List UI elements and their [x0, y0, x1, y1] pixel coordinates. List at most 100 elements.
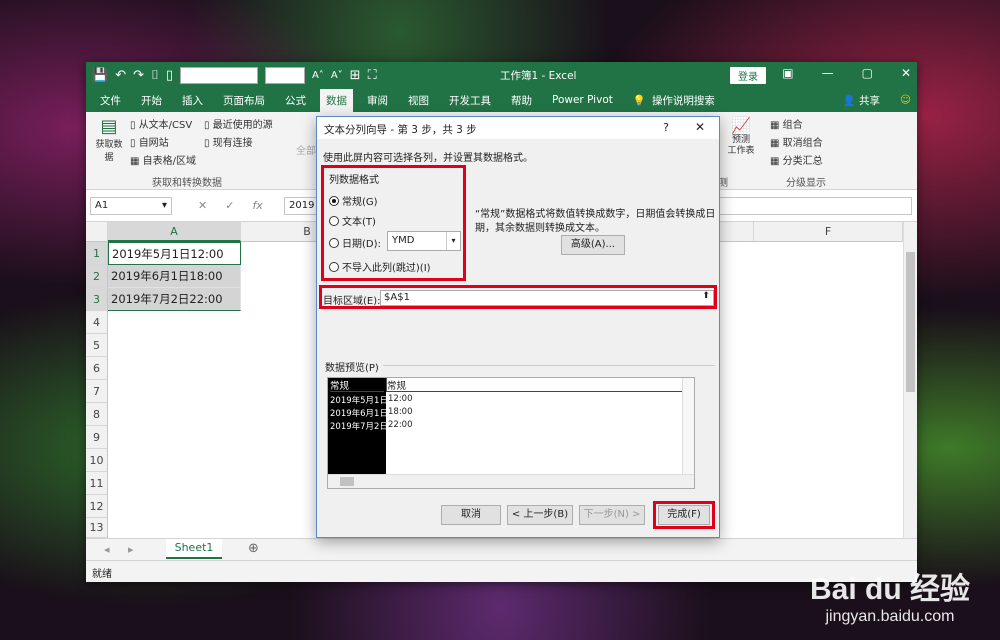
tab-page-layout[interactable]: 页面布局 [223, 93, 265, 108]
minimize-icon[interactable]: — [822, 66, 834, 80]
dialog-title-bar: 文本分列向导 - 第 3 步，共 3 步 ? ✕ [317, 117, 719, 139]
new-file-icon[interactable]: ▯ [166, 68, 173, 83]
check-icon[interactable]: ✓ [225, 199, 234, 212]
tab-data[interactable]: 数据 [320, 88, 353, 112]
cancel-icon[interactable]: ✕ [198, 199, 207, 212]
dialog-title: 文本分列向导 - 第 3 步，共 3 步 [324, 124, 477, 136]
group-label-get-data: 获取和转换数据 [152, 178, 222, 189]
existing-connections-button[interactable]: ▯ 现有连接 [204, 134, 253, 149]
tab-review[interactable]: 审阅 [367, 93, 388, 108]
recent-sources-button[interactable]: ▯ 最近使用的源 [204, 116, 273, 131]
preview-header[interactable]: 常规 [330, 378, 384, 392]
border-icon[interactable]: ⊞ [350, 68, 361, 83]
from-web-button[interactable]: ▯ 自网站 [130, 134, 169, 149]
tab-power-pivot[interactable]: Power Pivot [552, 94, 613, 106]
subtotal-button[interactable]: ▦ 分类汇总 [770, 152, 823, 167]
from-text-button[interactable]: ▯ 从文本/CSV [130, 116, 192, 131]
finish-button[interactable]: 完成(F) [658, 505, 710, 525]
column-header-f[interactable]: F [754, 222, 903, 242]
radio-general[interactable]: 常规(G) [329, 193, 378, 208]
tab-home[interactable]: 开始 [141, 93, 162, 108]
format-group-label: 列数据格式 [329, 175, 379, 186]
cell-a1[interactable]: 2019年5月1日12:00 [108, 242, 241, 265]
row-header[interactable]: 3 [86, 288, 108, 311]
cancel-button[interactable]: 取消 [441, 505, 501, 525]
font-grow-icon[interactable]: A˄ [312, 70, 324, 81]
ungroup-button[interactable]: ▦ 取消组合 [770, 134, 823, 149]
row-header[interactable]: 4 [86, 311, 108, 334]
data-preview: 常规 常规 2019年5月1日 12:00 2019年6月1日 18:00 20… [327, 377, 695, 489]
fx-icon[interactable]: fx [252, 199, 262, 212]
vertical-scrollbar[interactable] [903, 222, 917, 538]
close-icon[interactable]: ✕ [695, 120, 705, 134]
name-box[interactable]: A1 ▾ [90, 197, 172, 215]
row-header[interactable]: 13 [86, 518, 108, 538]
column-header-a[interactable]: A [108, 222, 241, 242]
dialog-intro: 使用此屏内容可选择各列，并设置其数据格式。 [323, 153, 533, 164]
row-header[interactable]: 11 [86, 472, 108, 495]
save-icon[interactable]: 💾 [92, 68, 108, 83]
row-header[interactable]: 12 [86, 495, 108, 518]
radio-date[interactable]: 日期(D): [329, 235, 381, 250]
cell-a3[interactable]: 2019年7月2日22:00 [108, 288, 241, 311]
group-button[interactable]: ▦ 组合 [770, 116, 803, 131]
fill-icon[interactable]: ⛶ [368, 68, 377, 83]
tab-formulas[interactable]: 公式 [285, 93, 306, 108]
next-button[interactable]: 下一步(N) > [579, 505, 645, 525]
row-header[interactable]: 6 [86, 357, 108, 380]
ribbon-display-icon[interactable]: ▣ [782, 66, 793, 80]
range-picker-icon[interactable]: ⬆ [699, 291, 713, 305]
tell-me-search[interactable]: 操作说明搜索 [652, 93, 715, 108]
font-select[interactable]: 等线 ⌄ [179, 66, 258, 84]
sheet-tab-bar: ◂ ▸ Sheet1 ⊕ [86, 538, 917, 560]
tab-help[interactable]: 帮助 [511, 93, 532, 108]
preview-horizontal-scrollbar[interactable] [328, 474, 694, 488]
cell-a2[interactable]: 2019年6月1日18:00 [108, 265, 241, 288]
row-header[interactable]: 8 [86, 403, 108, 426]
help-icon[interactable]: ? [663, 121, 669, 134]
from-table-button[interactable]: ▦ 自表格/区域 [130, 152, 196, 167]
row-header[interactable]: 9 [86, 426, 108, 449]
chevron-down-icon: ⌄ [245, 69, 254, 81]
get-data-button[interactable]: ▤ 获取数据 [92, 116, 126, 163]
chevron-down-icon: ⌄ [292, 69, 301, 81]
advanced-button[interactable]: 高级(A)... [561, 235, 625, 255]
select-all-corner[interactable] [86, 222, 108, 242]
scroll-left-icon[interactable]: ◂ [104, 543, 110, 556]
smiley-icon[interactable]: ☺ [900, 94, 911, 106]
tab-view[interactable]: 视图 [408, 93, 429, 108]
preview-header[interactable]: 常规 [386, 378, 682, 392]
radio-text[interactable]: 文本(T) [329, 213, 376, 228]
scroll-right-icon[interactable]: ▸ [128, 543, 134, 556]
sheet-tab-sheet1[interactable]: Sheet1 [166, 539, 222, 559]
watermark-url: jingyan.baidu.com [825, 608, 955, 625]
back-button[interactable]: < 上一步(B) [507, 505, 573, 525]
tab-insert[interactable]: 插入 [182, 93, 203, 108]
add-sheet-icon[interactable]: ⊕ [248, 541, 259, 556]
status-text: 就绪 [92, 569, 112, 580]
preview-vertical-scrollbar[interactable] [682, 378, 694, 474]
font-shrink-icon[interactable]: A˅ [331, 70, 343, 81]
row-header[interactable]: 10 [86, 449, 108, 472]
preview-cell: 18:00 [388, 407, 413, 417]
row-header[interactable]: 2 [86, 265, 108, 288]
tab-file[interactable]: 文件 [100, 93, 121, 108]
redo-icon[interactable]: ↷ [133, 68, 144, 83]
radio-skip[interactable]: 不导入此列(跳过)(I) [329, 259, 431, 274]
tab-developer[interactable]: 开发工具 [449, 93, 491, 108]
forecast-sheet-button[interactable]: 📈 预测 工作表 [724, 116, 758, 157]
preview-cell: 2019年5月1日 [330, 396, 388, 406]
target-range-input[interactable]: $A$1 ⬆ [380, 290, 714, 306]
login-button[interactable]: 登录 [730, 67, 766, 84]
close-icon[interactable]: ✕ [901, 66, 911, 80]
lightbulb-icon: 💡 [632, 94, 646, 107]
undo-icon[interactable]: ↶ [115, 68, 126, 83]
row-header[interactable]: 5 [86, 334, 108, 357]
row-header[interactable]: 1 [86, 242, 108, 265]
font-size-select[interactable]: 11 ⌄ [264, 66, 305, 84]
share-button[interactable]: 👤 共享 [843, 93, 880, 108]
camera-icon[interactable]: ⌷ [151, 68, 159, 83]
row-header[interactable]: 7 [86, 380, 108, 403]
date-format-select[interactable]: YMD ▾ [387, 231, 461, 251]
maximize-icon[interactable]: ▢ [862, 66, 873, 80]
